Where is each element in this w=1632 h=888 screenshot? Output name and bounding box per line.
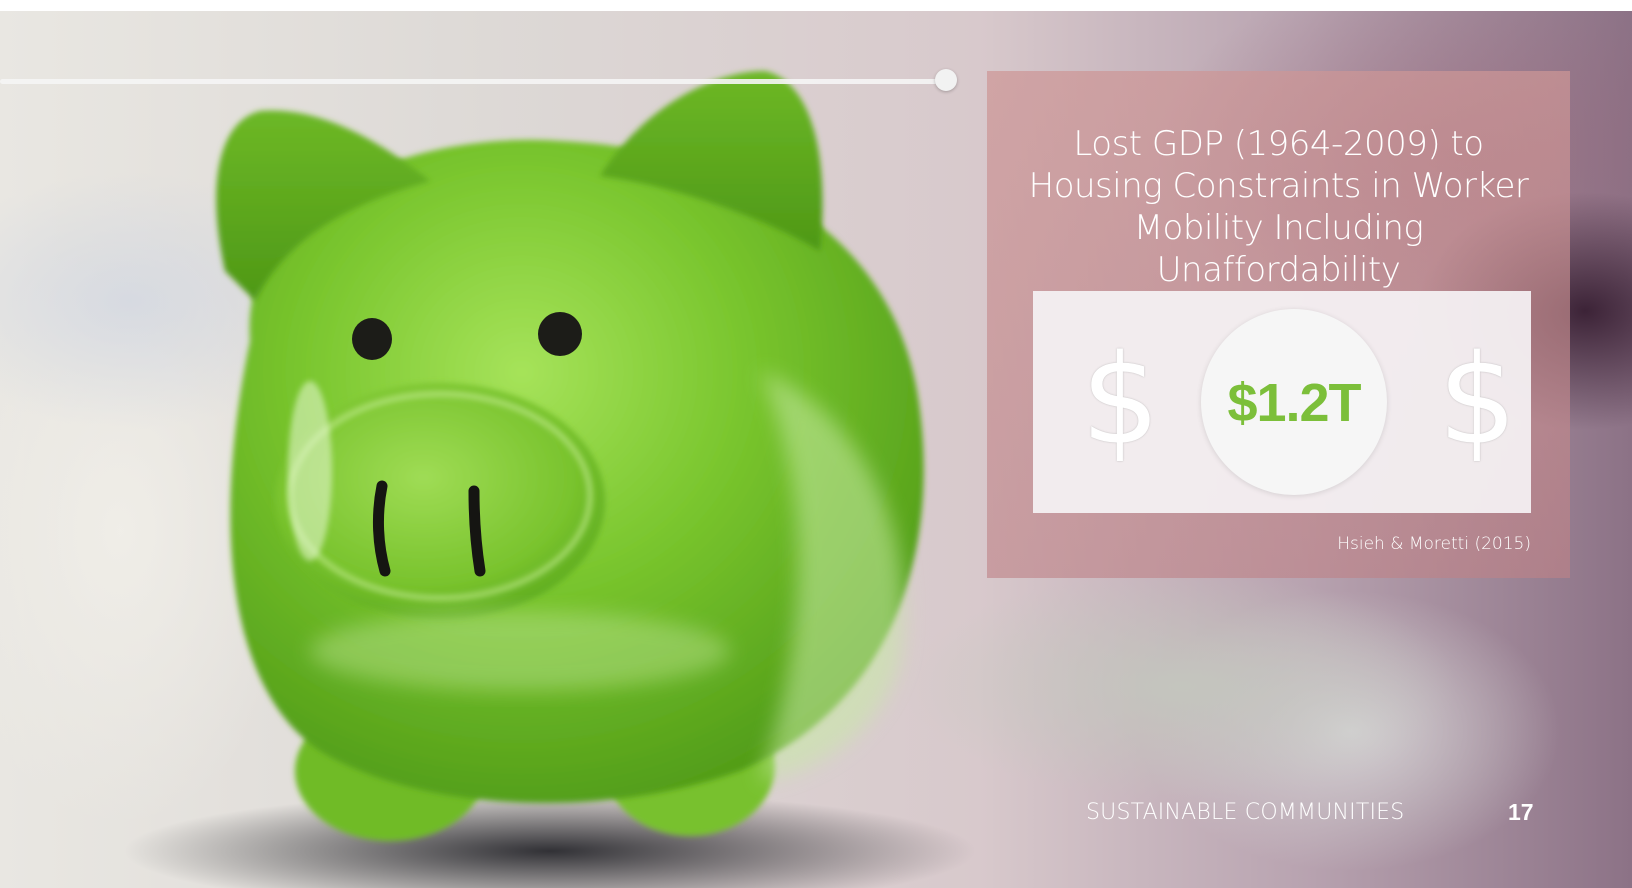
stat-value: $1.2T xyxy=(1227,373,1361,433)
slide: Lost GDP (1964-2009) to Housing Constrai… xyxy=(0,11,1632,888)
page-number: 17 xyxy=(1508,799,1534,825)
panel-title: Lost GDP (1964-2009) to Housing Constrai… xyxy=(1028,124,1529,290)
info-panel: Lost GDP (1964-2009) to Housing Constrai… xyxy=(987,71,1570,578)
dollar-sign-icon: $ xyxy=(1438,329,1517,473)
citation: Hsieh & Moretti (2015) xyxy=(1337,534,1531,554)
footer-title: SUSTAINABLE COMMUNITIES xyxy=(1086,800,1405,825)
progress-slider-track[interactable] xyxy=(0,79,950,84)
stat-circle: $1.2T xyxy=(1201,309,1387,495)
dollar-sign-icon: $ xyxy=(1081,329,1160,473)
stat-box: $ $1.2T $ xyxy=(1033,291,1531,513)
progress-slider-knob[interactable] xyxy=(935,69,957,91)
